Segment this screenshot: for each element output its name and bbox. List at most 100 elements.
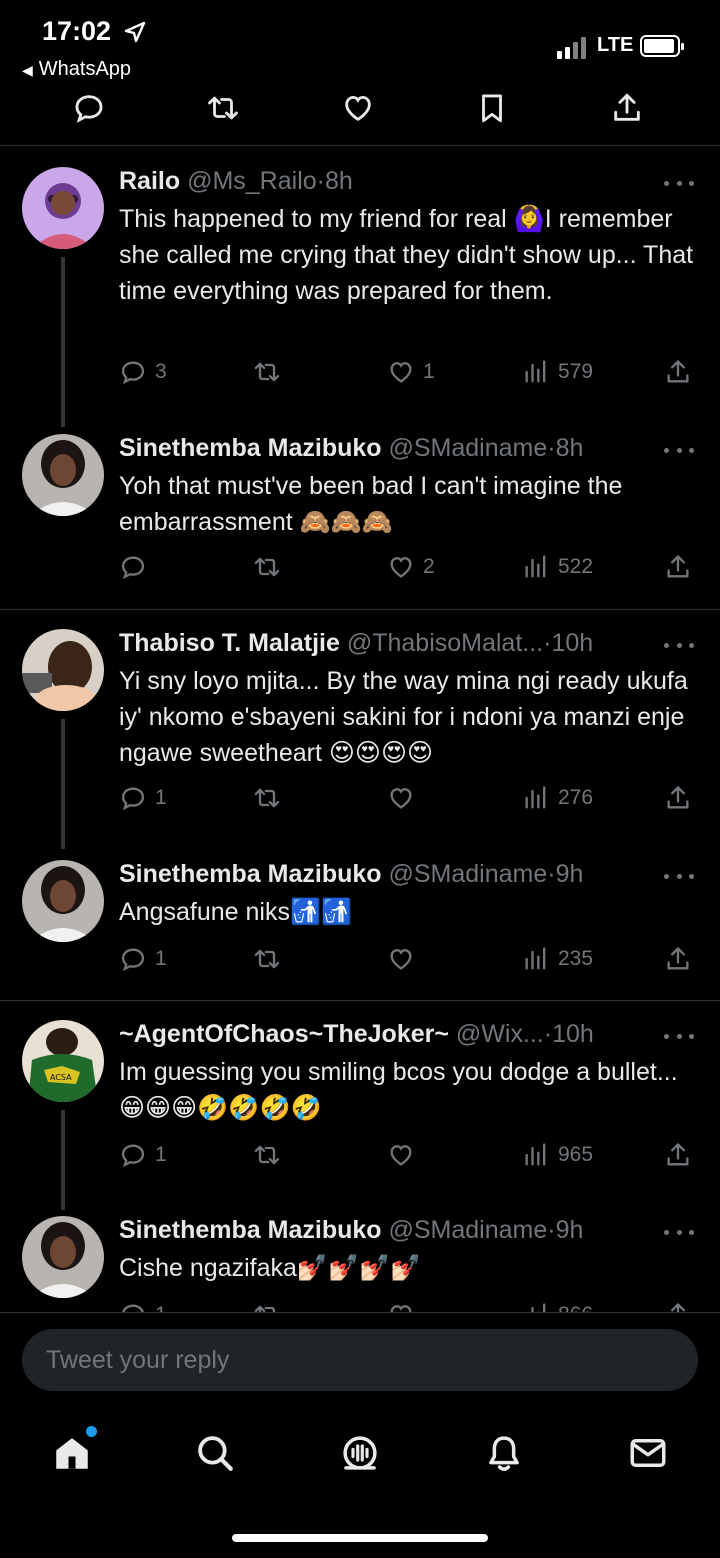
share-icon xyxy=(671,1303,685,1312)
handle[interactable]: @SMadiname xyxy=(389,1216,548,1244)
handle[interactable]: @SMadiname xyxy=(389,860,548,888)
retweet-button[interactable] xyxy=(253,1140,289,1170)
display-name[interactable]: Railo xyxy=(119,167,180,195)
view-count: 579 xyxy=(558,360,594,383)
reply-input[interactable] xyxy=(22,1329,698,1391)
share-button[interactable] xyxy=(664,944,700,974)
views-button[interactable]: 235 xyxy=(522,944,593,974)
view-count: 866 xyxy=(558,1303,593,1312)
like-count: 1 xyxy=(423,360,435,383)
bookmark-button[interactable] xyxy=(472,88,512,128)
more-options-icon[interactable] xyxy=(664,866,694,886)
thread-line xyxy=(61,719,65,849)
display-name[interactable]: ~AgentOfChaos~TheJoker~ xyxy=(119,1020,449,1048)
nav-search[interactable] xyxy=(192,1430,238,1476)
views-icon xyxy=(525,947,546,970)
back-to-app-button[interactable]: ◀ WhatsApp xyxy=(22,58,131,81)
like-icon xyxy=(390,362,412,383)
like-button[interactable] xyxy=(387,1300,423,1312)
like-button[interactable]: 2 xyxy=(387,552,435,582)
reply-button[interactable] xyxy=(69,88,109,128)
reply-button[interactable]: 1 xyxy=(119,783,167,813)
views-button[interactable]: 522 xyxy=(522,552,593,582)
share-button[interactable] xyxy=(664,357,700,387)
tweet-text: Yoh that must've been bad I can't imagin… xyxy=(119,472,623,536)
share-button[interactable] xyxy=(664,1300,700,1312)
home-indicator[interactable] xyxy=(232,1534,488,1542)
avatar[interactable] xyxy=(22,629,104,711)
share-button[interactable] xyxy=(664,552,700,582)
display-name[interactable]: Thabiso T. Malatjie xyxy=(119,629,340,657)
display-name[interactable]: Sinethemba Mazibuko xyxy=(119,860,382,888)
spaces-icon xyxy=(343,1436,377,1470)
timestamp: 8h xyxy=(324,167,353,195)
handle[interactable]: @SMadiname xyxy=(389,434,548,462)
retweet-button[interactable] xyxy=(253,552,289,582)
like-button[interactable]: 1 xyxy=(387,357,435,387)
tweet-text: Yi sny loyo mjita... By the way mina ngi… xyxy=(119,667,688,767)
handle[interactable]: @Ms_Railo xyxy=(187,167,317,195)
reply-button[interactable]: 1 xyxy=(119,1300,167,1312)
share-icon xyxy=(667,360,689,383)
retweet-button[interactable] xyxy=(253,357,289,387)
reply-button[interactable]: 1 xyxy=(119,1140,167,1170)
like-button[interactable] xyxy=(338,88,378,128)
avatar[interactable] xyxy=(22,434,104,516)
divider xyxy=(0,609,720,610)
retweet-button[interactable] xyxy=(253,944,289,974)
notifications-icon xyxy=(489,1436,519,1471)
view-count: 276 xyxy=(558,786,594,809)
like-button[interactable] xyxy=(387,783,423,813)
timestamp: 9h xyxy=(555,1216,584,1244)
retweet-icon xyxy=(254,788,280,808)
more-options-icon[interactable] xyxy=(664,1026,694,1046)
retweet-button[interactable] xyxy=(253,1300,289,1312)
views-button[interactable]: 866 xyxy=(522,1300,593,1312)
messages-icon xyxy=(630,1439,666,1467)
more-options-icon[interactable] xyxy=(664,440,694,460)
reply-icon xyxy=(121,787,145,811)
share-button[interactable] xyxy=(664,783,700,813)
views-button[interactable]: 579 xyxy=(522,357,593,387)
handle[interactable]: @Wix... xyxy=(456,1020,544,1048)
more-options-icon[interactable] xyxy=(664,1222,694,1242)
tweet-text: This happened to my friend for real 🙆‍♀️… xyxy=(119,205,694,305)
reply-icon xyxy=(121,1144,145,1168)
reply-button[interactable] xyxy=(119,552,155,582)
retweet-button[interactable] xyxy=(253,783,289,813)
share-button[interactable] xyxy=(664,1140,700,1170)
nav-home[interactable] xyxy=(49,1426,97,1476)
display-name[interactable]: Sinethemba Mazibuko xyxy=(119,434,382,462)
share-button[interactable] xyxy=(607,88,647,128)
retweet-button[interactable] xyxy=(203,88,243,128)
tweet-text: Im guessing you smiling bcos you dodge a… xyxy=(119,1058,678,1122)
nav-messages[interactable] xyxy=(625,1430,671,1476)
views-icon xyxy=(531,1303,546,1312)
views-icon xyxy=(525,786,546,809)
nav-notifications[interactable] xyxy=(481,1430,527,1476)
tweet-actions: 1 866 xyxy=(119,1300,699,1312)
retweet-icon xyxy=(254,949,280,969)
tweet-actions: 1 235 xyxy=(119,944,699,974)
avatar[interactable] xyxy=(22,167,104,249)
like-button[interactable] xyxy=(387,1140,423,1170)
reply-button[interactable]: 1 xyxy=(119,944,167,974)
display-name[interactable]: Sinethemba Mazibuko xyxy=(119,1216,382,1244)
views-button[interactable]: 965 xyxy=(522,1140,593,1170)
tweet-actions: 3 1 579 xyxy=(119,357,699,387)
handle[interactable]: @ThabisoMalat... xyxy=(347,629,543,657)
reply-button[interactable]: 3 xyxy=(119,357,167,387)
network-type: LTE xyxy=(597,34,634,56)
avatar[interactable] xyxy=(22,1216,104,1298)
replies-feed[interactable]: Railo @Ms_Railo·8h This happened to my f… xyxy=(0,147,720,1312)
back-triangle-icon: ◀ xyxy=(22,62,33,78)
avatar[interactable]: ACSA xyxy=(22,1020,104,1102)
more-options-icon[interactable] xyxy=(664,173,694,193)
tweet-header: Railo @Ms_Railo·8h xyxy=(119,167,353,195)
views-button[interactable]: 276 xyxy=(522,783,593,813)
tweet-header: Sinethemba Mazibuko @SMadiname·9h xyxy=(119,860,584,888)
nav-spaces[interactable] xyxy=(337,1430,383,1476)
like-button[interactable] xyxy=(387,944,423,974)
more-options-icon[interactable] xyxy=(664,635,694,655)
avatar[interactable] xyxy=(22,860,104,942)
